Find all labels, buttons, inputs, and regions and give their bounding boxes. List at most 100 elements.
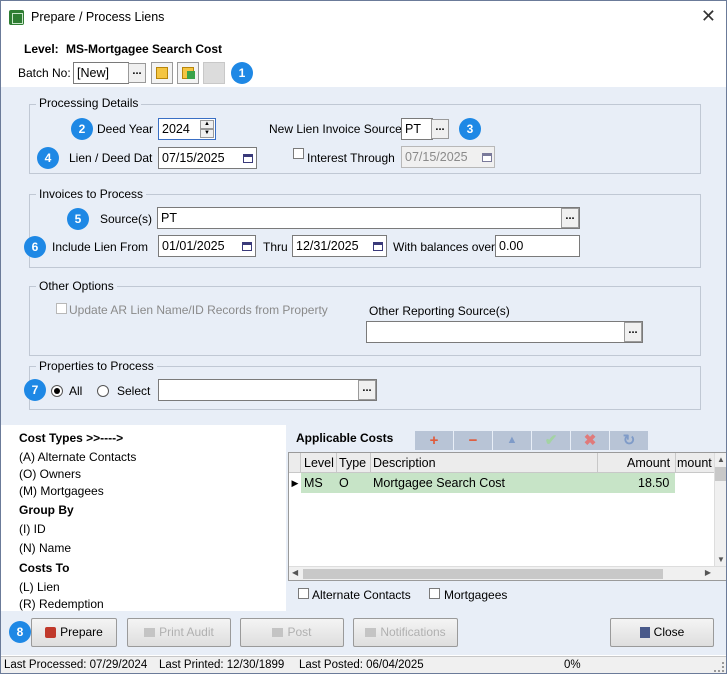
step-badge-8: 8 <box>9 621 31 643</box>
post-button[interactable]: Post <box>240 618 344 647</box>
resize-grip-icon[interactable] <box>714 662 724 672</box>
balance-over-input[interactable]: 0.00 <box>495 235 580 257</box>
batch-icon <box>156 67 168 79</box>
progress-status: 0% <box>564 659 581 671</box>
balances-over-label: With balances over <box>393 240 496 254</box>
spin-down-icon[interactable]: ▼ <box>200 129 214 138</box>
column-amount[interactable]: Amount <box>627 456 670 470</box>
step-badge-4: 4 <box>37 147 59 169</box>
select-properties-browse-button[interactable]: ... <box>358 380 376 400</box>
scroll-left-icon[interactable]: ◀ <box>292 568 298 577</box>
step-badge-3: 3 <box>459 118 481 140</box>
lien-date-calendar-button[interactable] <box>239 148 257 168</box>
scroll-down-icon[interactable]: ▼ <box>717 555 725 564</box>
scroll-thumb[interactable] <box>715 467 726 481</box>
invoice-source-input[interactable]: PT <box>401 118 433 140</box>
table-row[interactable]: ▶ MS O Mortgagee Search Cost 18.50 <box>289 473 715 493</box>
sources-browse-button[interactable]: ... <box>561 208 579 228</box>
column-amount-2[interactable]: mount <box>677 456 712 470</box>
processing-details-title: Processing Details <box>36 96 142 110</box>
column-level[interactable]: Level <box>304 456 334 470</box>
horizontal-scrollbar[interactable]: ◀ ▶ <box>289 566 726 580</box>
deed-year-spin-buttons[interactable]: ▲ ▼ <box>200 120 214 138</box>
alternate-contacts-checkbox[interactable] <box>298 588 309 599</box>
column-type[interactable]: Type <box>339 456 366 470</box>
lien-date-label: Lien / Deed Dat <box>69 151 153 165</box>
interest-calendar-button[interactable] <box>478 147 496 167</box>
print-audit-button[interactable]: Print Audit <box>127 618 231 647</box>
title-bar: Prepare / Process Liens ✕ <box>1 1 726 33</box>
cell-level: MS <box>304 476 323 490</box>
sources-input[interactable]: PT <box>157 207 580 229</box>
step-badge-6: 6 <box>24 236 46 258</box>
step-badge-2: 2 <box>71 118 93 140</box>
printer-icon <box>144 628 156 638</box>
scroll-right-icon[interactable]: ▶ <box>705 568 711 577</box>
post-icon <box>272 628 284 638</box>
batch-blank-button[interactable] <box>203 62 225 84</box>
spin-up-icon[interactable]: ▲ <box>200 120 214 129</box>
step-badge-5: 5 <box>67 208 89 230</box>
all-label: All <box>69 384 83 398</box>
scroll-up-icon[interactable]: ▲ <box>717 455 725 464</box>
select-radio[interactable] <box>97 385 109 397</box>
costs-grid: Level Type Description Amount mount ▶ MS… <box>288 452 726 581</box>
level-value: MS-Mortgagee Search Cost <box>66 42 223 56</box>
legend-line: Costs To <box>19 561 70 575</box>
add-cost-icon[interactable]: + <box>415 431 453 450</box>
thru-date-calendar-button[interactable] <box>369 236 387 256</box>
vertical-scrollbar[interactable]: ▲ ▼ <box>714 453 726 566</box>
refresh-icon[interactable]: ↻ <box>610 431 648 450</box>
interest-through-checkbox[interactable] <box>293 148 304 159</box>
prepare-label: Prepare <box>60 625 103 639</box>
legend-line: (L) Lien <box>19 580 60 594</box>
cost-legend-panel: Cost Types >>----> (A) Alternate Contact… <box>1 425 286 611</box>
notifications-label: Notifications <box>380 625 446 639</box>
notifications-button[interactable]: Notifications <box>353 618 458 647</box>
other-reporting-browse-button[interactable]: ... <box>624 322 642 342</box>
interest-through-label: Interest Through <box>307 151 395 165</box>
alternate-contacts-label: Alternate Contacts <box>312 588 411 602</box>
calendar-icon <box>482 153 492 163</box>
legend-line: (R) Redemption <box>19 597 104 611</box>
step-badge-7: 7 <box>24 379 46 401</box>
last-printed-status: Last Printed: 12/30/1899 <box>159 659 285 671</box>
column-divider <box>675 453 676 473</box>
window-title: Prepare / Process Liens <box>31 10 165 24</box>
close-label: Close <box>653 625 685 639</box>
all-radio[interactable] <box>51 385 63 397</box>
accept-icon[interactable]: ✔ <box>532 431 570 450</box>
close-button[interactable]: Close <box>610 618 714 647</box>
from-date-calendar-button[interactable] <box>238 236 256 256</box>
mortgagees-checkbox[interactable] <box>429 588 440 599</box>
other-reporting-input[interactable] <box>366 321 643 343</box>
legend-line: Group By <box>19 503 74 517</box>
calendar-icon <box>373 242 383 252</box>
batch-new-button[interactable] <box>151 62 173 84</box>
batch-load-button[interactable] <box>177 62 199 84</box>
cell-type: O <box>339 476 349 490</box>
select-properties-input[interactable] <box>158 379 377 401</box>
row-indicator-header <box>289 453 301 473</box>
invoice-source-browse-button[interactable]: ... <box>431 119 449 139</box>
close-window-icon[interactable]: ✕ <box>701 6 716 27</box>
include-lien-from-label: Include Lien From <box>52 240 149 254</box>
update-ar-lien-checkbox[interactable] <box>56 303 67 314</box>
close-door-icon <box>639 627 650 639</box>
batch-input[interactable]: [New] <box>73 62 129 84</box>
sources-label: Source(s) <box>100 212 153 226</box>
column-description[interactable]: Description <box>373 456 436 470</box>
remove-cost-icon[interactable]: − <box>454 431 492 450</box>
h-scroll-thumb[interactable] <box>303 569 663 579</box>
step-badge-1: 1 <box>231 62 253 84</box>
invoice-source-label: New Lien Invoice Source <box>269 122 402 136</box>
cancel-icon[interactable]: ✖ <box>571 431 609 450</box>
deed-year-label: Deed Year <box>97 122 154 136</box>
batch-browse-button[interactable]: ... <box>128 63 146 83</box>
cell-description: Mortgagee Search Cost <box>373 476 506 490</box>
prepare-button[interactable]: Prepare <box>31 618 117 647</box>
column-divider <box>597 453 598 473</box>
move-up-icon[interactable]: ▲ <box>493 431 531 450</box>
last-posted-status: Last Posted: 06/04/2025 <box>299 659 424 671</box>
legend-line: (N) Name <box>19 541 72 555</box>
